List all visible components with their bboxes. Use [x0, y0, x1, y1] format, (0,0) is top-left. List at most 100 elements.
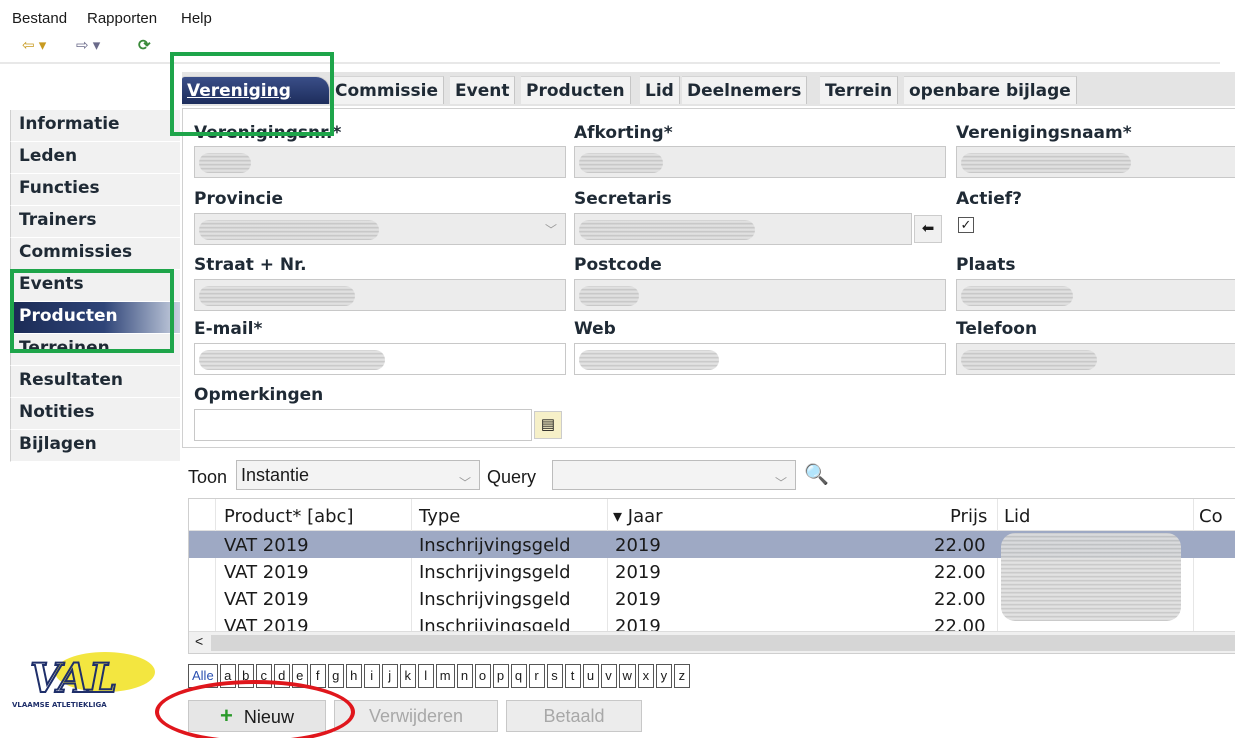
betaald-button[interactable]: Betaald	[506, 700, 642, 732]
redacted-value	[961, 286, 1073, 306]
alpha-letter[interactable]: k	[399, 664, 416, 688]
provincie-select[interactable]: ﹀	[194, 213, 566, 245]
alpha-letter[interactable]: o	[474, 664, 491, 688]
alpha-letter[interactable]: r	[528, 664, 545, 688]
redacted-value	[199, 220, 379, 240]
alpha-letter[interactable]: q	[510, 664, 527, 688]
email-field[interactable]	[194, 343, 566, 375]
sidebar-item-trainers[interactable]: Trainers	[10, 206, 180, 238]
tab-producten[interactable]: Producten	[521, 76, 631, 104]
secretaris-label: Secretaris	[574, 189, 672, 209]
sidebar-item-commissies[interactable]: Commissies	[10, 238, 180, 270]
alpha-letter[interactable]: w	[618, 664, 636, 688]
alpha-letter[interactable]: h	[345, 664, 362, 688]
postcode-label: Postcode	[574, 255, 662, 275]
cell-jaar: 2019	[615, 535, 661, 556]
sidebar-item-resultaten[interactable]: Resultaten	[10, 366, 180, 398]
tab-deelnemers[interactable]: Deelnemers	[682, 76, 808, 104]
toolbar: ⇦ ▾ ⇨ ▾ ⟳	[18, 36, 178, 58]
chevron-down-icon: ﹀	[458, 476, 471, 490]
query-select[interactable]: ﹀	[552, 460, 796, 490]
plaats-field[interactable]	[956, 279, 1235, 311]
sidebar-item-bijlagen[interactable]: Bijlagen	[10, 430, 180, 462]
tab-commissie[interactable]: Commissie	[330, 76, 445, 104]
verenigingsnaam-field[interactable]	[956, 146, 1235, 178]
menu-bestand[interactable]: Bestand	[12, 10, 67, 27]
redacted-value	[961, 153, 1131, 173]
opmerkingen-field[interactable]	[194, 409, 532, 441]
horizontal-scrollbar[interactable]: <	[189, 631, 1235, 653]
cell-type: Inschrijvingsgeld	[419, 589, 571, 610]
web-label: Web	[574, 319, 616, 339]
alpha-letter[interactable]: x	[637, 664, 654, 688]
redacted-value	[579, 153, 663, 173]
refresh-icon[interactable]: ⟳	[138, 36, 151, 54]
verwijderen-button[interactable]: Verwijderen	[334, 700, 498, 732]
sidebar-item-notities[interactable]: Notities	[10, 398, 180, 430]
secretaris-field[interactable]	[574, 213, 912, 245]
sidebar-item-functies[interactable]: Functies	[10, 174, 180, 206]
toon-select[interactable]: Instantie ﹀	[236, 460, 480, 490]
alpha-letter[interactable]: j	[381, 664, 398, 688]
note-icon[interactable]: ▤	[534, 411, 562, 439]
plaats-label: Plaats	[956, 255, 1016, 275]
tab-terrein[interactable]: Terrein	[820, 76, 899, 104]
col-header-product[interactable]: Product* [abc]	[224, 506, 353, 527]
alpha-letter[interactable]: u	[582, 664, 599, 688]
lookup-icon[interactable]: ⬅	[914, 215, 942, 243]
menu-rapporten[interactable]: Rapporten	[87, 10, 157, 27]
cell-type: Inschrijvingsgeld	[419, 535, 571, 556]
alpha-letter[interactable]: v	[600, 664, 617, 688]
alpha-letter[interactable]: p	[492, 664, 509, 688]
email-label: E-mail*	[194, 319, 263, 339]
alpha-letter[interactable]: m	[435, 664, 455, 688]
logo: VAL VLAAMSE ATLETIEKLIGA	[10, 650, 170, 710]
web-field[interactable]	[574, 343, 946, 375]
alpha-letter[interactable]: g	[327, 664, 344, 688]
cell-jaar: 2019	[615, 589, 661, 610]
col-header-lid[interactable]: Lid	[1004, 506, 1030, 527]
straat-field[interactable]	[194, 279, 566, 311]
query-label: Query	[487, 467, 537, 487]
opmerkingen-label: Opmerkingen	[194, 385, 324, 405]
verenigingsnr-field[interactable]	[194, 146, 566, 178]
tab-event[interactable]: Event	[450, 76, 516, 104]
alpha-letter[interactable]: i	[363, 664, 380, 688]
telefoon-label: Telefoon	[956, 319, 1038, 339]
val-logo-icon: VAL VLAAMSE ATLETIEKLIGA	[12, 652, 155, 709]
col-header-prijs[interactable]: Prijs	[950, 506, 987, 527]
sidebar-item-informatie[interactable]: Informatie	[10, 110, 180, 142]
alpha-letter[interactable]: f	[309, 664, 326, 688]
scroll-left-icon[interactable]: <	[195, 633, 203, 649]
sidebar-item-leden[interactable]: Leden	[10, 142, 180, 174]
menu-help[interactable]: Help	[181, 10, 212, 27]
alpha-letter[interactable]: s	[546, 664, 563, 688]
alpha-letter[interactable]: n	[456, 664, 473, 688]
alpha-letter[interactable]: t	[564, 664, 581, 688]
col-header-jaar[interactable]: ▾ Jaar	[613, 506, 663, 527]
toon-value: Instantie	[241, 465, 310, 485]
tab-openbare-bijlage[interactable]: openbare bijlage	[904, 76, 1077, 104]
search-icon[interactable]: 🔍	[804, 462, 829, 487]
alpha-letter[interactable]: l	[417, 664, 434, 688]
toon-label: Toon	[188, 467, 228, 487]
forward-arrow-icon[interactable]: ⇨ ▾	[76, 36, 100, 54]
actief-checkbox[interactable]: ✓	[958, 217, 974, 233]
redacted-lid-values	[1001, 533, 1181, 621]
scrollbar-thumb[interactable]	[211, 635, 1235, 651]
products-grid: Product* [abc] Type ▾ Jaar Prijs Lid Co …	[188, 498, 1235, 654]
col-header-type[interactable]: Type	[419, 506, 460, 527]
back-arrow-icon[interactable]: ⇦ ▾	[22, 36, 46, 54]
afkorting-field[interactable]	[574, 146, 946, 178]
chevron-down-icon: ﹀	[774, 476, 787, 490]
telefoon-field[interactable]	[956, 343, 1235, 375]
verenigingsnaam-label: Verenigingsnaam*	[956, 123, 1132, 143]
alpha-letter[interactable]: z	[673, 664, 690, 688]
alpha-letter[interactable]: y	[655, 664, 672, 688]
tab-lid[interactable]: Lid	[640, 76, 680, 104]
logo-subtitle: VLAAMSE ATLETIEKLIGA	[12, 701, 107, 709]
col-header-co[interactable]: Co	[1199, 506, 1223, 527]
postcode-field[interactable]	[574, 279, 946, 311]
highlight-box-vereniging-tab	[170, 52, 334, 136]
highlight-ellipse-nieuw-button	[155, 680, 355, 738]
